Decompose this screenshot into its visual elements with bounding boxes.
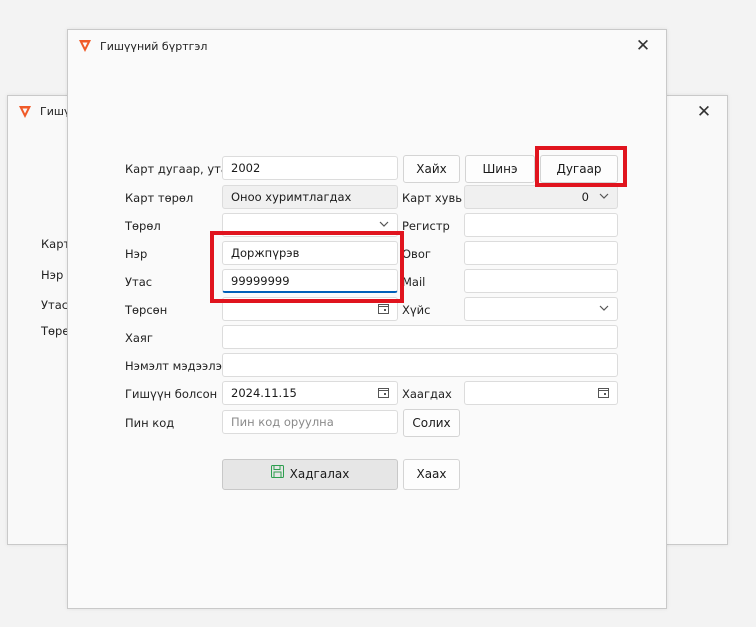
card-share-value: 0 [581, 190, 589, 204]
label-register: Регистр [402, 219, 450, 233]
close-date-picker[interactable] [464, 381, 618, 405]
number-button[interactable]: Дугаар [540, 155, 618, 183]
chevron-down-icon [599, 304, 609, 312]
chevron-down-icon [379, 220, 389, 228]
label-joined-date: Гишүүн болсон [125, 387, 218, 401]
mail-input[interactable] [464, 269, 618, 293]
calendar-icon[interactable] [598, 387, 609, 398]
card-type-field: Оноо хуримтлагдах [222, 185, 398, 209]
phone-value: 99999999 [231, 274, 290, 288]
label-extra-info: Нэмэлт мэдээлэл [125, 359, 230, 373]
save-icon [270, 460, 284, 489]
app-logo-icon [78, 39, 92, 53]
save-button[interactable]: Хадгалах [222, 459, 398, 490]
label-address: Хаяг [125, 331, 153, 345]
extra-info-input[interactable] [222, 353, 618, 377]
app-logo-icon [18, 105, 32, 119]
background-label-phone: Утас [41, 298, 69, 312]
card-number-value: 2002 [231, 161, 261, 175]
member-registration-dialog: Гишүүний бүртгэл ✕ Карт дугаар, утас Кар… [67, 29, 667, 609]
background-label-name: Нэр [41, 268, 64, 282]
chevron-down-icon [599, 192, 609, 200]
joined-date-picker[interactable]: 2024.11.15 [222, 381, 398, 405]
name-input[interactable]: Доржпүрэв [222, 241, 398, 265]
label-card-share: Карт хувь [402, 191, 463, 205]
phone-input[interactable]: 99999999 [222, 269, 398, 293]
card-type-value: Оноо хуримтлагдах [231, 190, 352, 204]
gender-select[interactable] [464, 297, 618, 321]
pin-code-placeholder: Пин код оруулна [231, 415, 334, 429]
change-pin-button[interactable]: Солих [403, 409, 460, 437]
label-pin-code: Пин код [125, 416, 175, 430]
label-type: Төрөл [125, 219, 161, 233]
background-label-birth: Төрө [41, 324, 70, 338]
label-surname: Овог [402, 247, 431, 261]
calendar-icon[interactable] [378, 303, 389, 314]
dialog-titlebar: Гишүүний бүртгэл ✕ [68, 30, 666, 62]
label-card-number: Карт дугаар, утас [125, 162, 235, 176]
close-icon[interactable]: ✕ [693, 101, 715, 123]
register-input[interactable] [464, 213, 618, 237]
label-card-type: Карт төрөл [125, 191, 194, 205]
background-label-card: Карт [41, 237, 71, 251]
name-value: Доржпүрэв [231, 246, 300, 260]
close-icon[interactable]: ✕ [632, 35, 654, 57]
birth-date-picker[interactable] [222, 297, 398, 321]
close-button[interactable]: Хаах [403, 459, 460, 490]
label-mail: Mail [402, 275, 426, 289]
address-input[interactable] [222, 325, 618, 349]
card-number-input[interactable]: 2002 [222, 156, 398, 180]
dialog-title: Гишүүний бүртгэл [100, 40, 208, 53]
new-button[interactable]: Шинэ [465, 155, 535, 183]
surname-input[interactable] [464, 241, 618, 265]
search-button[interactable]: Хайх [403, 155, 460, 183]
label-gender: Хүйс [402, 303, 431, 317]
pin-code-input[interactable]: Пин код оруулна [222, 410, 398, 434]
card-share-select[interactable]: 0 [464, 185, 618, 209]
label-name: Нэр [125, 247, 148, 261]
save-button-label: Хадгалах [289, 467, 350, 481]
label-close-date: Хаагдах [402, 387, 452, 401]
type-select[interactable] [222, 213, 398, 237]
label-birth: Төрсөн [125, 303, 168, 317]
calendar-icon[interactable] [378, 387, 389, 398]
joined-date-value: 2024.11.15 [231, 386, 297, 400]
label-phone: Утас [125, 275, 153, 289]
